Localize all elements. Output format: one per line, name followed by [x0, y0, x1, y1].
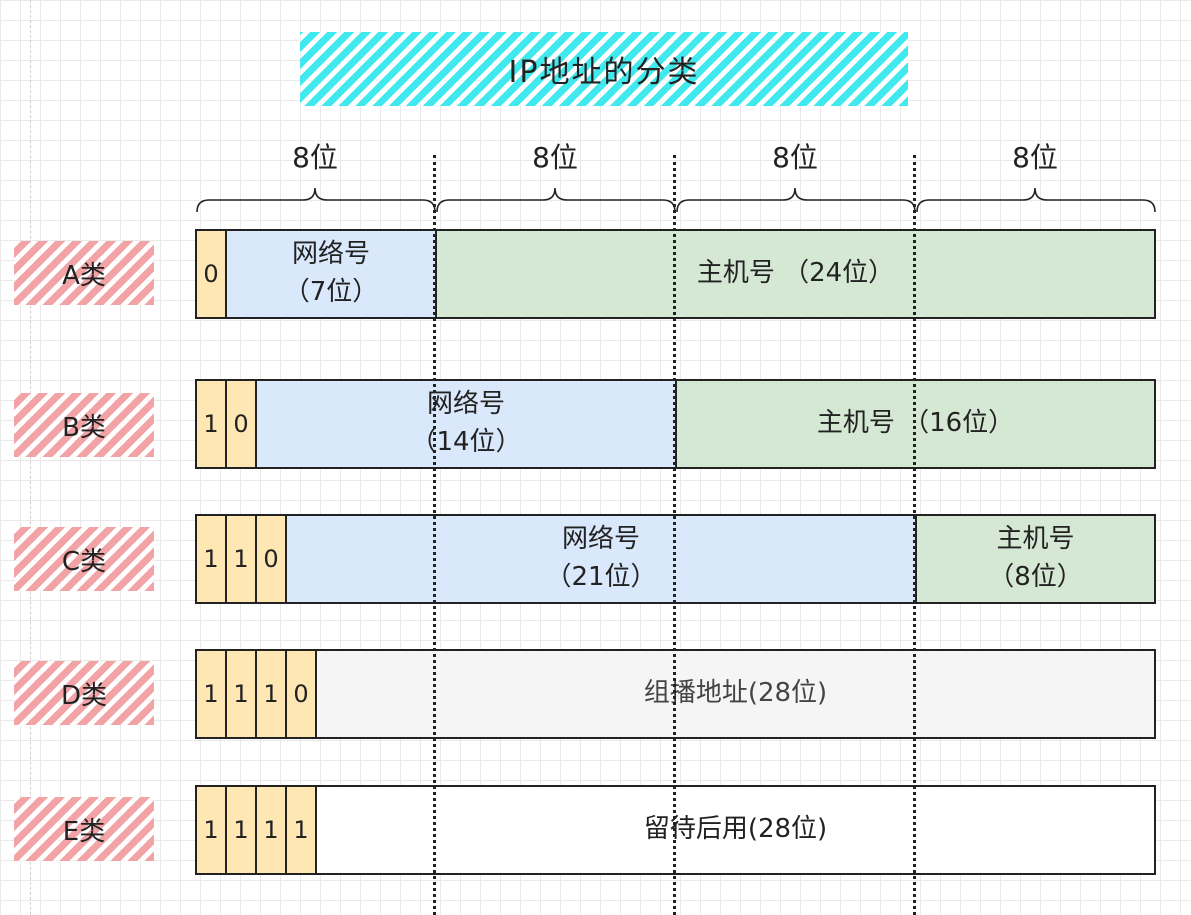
- class-e-bit-3: 1: [257, 787, 287, 873]
- class-a-network-bits: （7位）: [283, 277, 379, 307]
- class-a-bit-1: 0: [197, 231, 227, 317]
- brace-octet-1: [196, 187, 436, 213]
- octet-divider-1: [433, 155, 436, 915]
- class-b-bit-1: 1: [197, 381, 227, 467]
- class-c-host-name: 主机号: [996, 524, 1075, 555]
- class-b-label-text: B类: [62, 412, 106, 443]
- class-a-host-bits: （24位）: [783, 258, 895, 289]
- class-d-multicast-field: 组播地址(28位): [317, 651, 1154, 737]
- class-a-label-text: A类: [62, 260, 106, 291]
- class-b-network-bits: （14位）: [410, 427, 522, 457]
- brace-octet-2: [436, 187, 676, 213]
- class-e-label: E类: [14, 797, 154, 861]
- octet-braces: [196, 187, 1156, 213]
- class-c-network-field: 网络号 （21位）: [287, 516, 917, 602]
- class-a-host-text: 主机号 （24位）: [697, 255, 894, 293]
- class-c-label: C类: [14, 527, 154, 591]
- class-c-bit-1: 1: [197, 516, 227, 602]
- class-d-bit-3: 1: [257, 651, 287, 737]
- class-c-bit-2: 1: [227, 516, 257, 602]
- class-c-label-text: C类: [61, 546, 107, 577]
- class-d-multicast-text: 组播地址(28位): [643, 678, 828, 709]
- brace-octet-4: [916, 187, 1156, 213]
- class-a-host-field: 主机号 （24位）: [437, 231, 1154, 317]
- class-b-bit-2: 0: [227, 381, 257, 467]
- class-c-bit-3: 0: [257, 516, 287, 602]
- class-b-network-field: 网络号 （14位）: [257, 381, 677, 467]
- class-a-network-name: 网络号: [291, 239, 370, 270]
- class-a-network-field: 网络号 （7位）: [227, 231, 437, 317]
- class-a-label: A类: [14, 241, 154, 305]
- class-e-bit-4: 1: [287, 787, 317, 873]
- class-c-host-bits: （8位）: [988, 562, 1083, 592]
- class-b-network-name: 网络号: [426, 389, 505, 420]
- class-c-host-field: 主机号 （8位）: [917, 516, 1154, 602]
- class-e-label-text: E类: [62, 816, 106, 847]
- class-e-reserved-text: 留待后用(28位): [643, 814, 828, 845]
- class-d-label: D类: [14, 661, 154, 725]
- class-b-host-bits: （16位）: [903, 408, 1015, 439]
- class-a-host-name: 主机号: [696, 258, 775, 289]
- class-e-reserved-field: 留待后用(28位): [317, 787, 1154, 873]
- class-d-bit-4: 0: [287, 651, 317, 737]
- class-d-bit-2: 1: [227, 651, 257, 737]
- class-b-label: B类: [14, 393, 154, 457]
- class-e-bit-2: 1: [227, 787, 257, 873]
- class-b-host-name: 主机号: [816, 408, 895, 439]
- class-d-label-text: D类: [60, 680, 108, 711]
- class-e-bit-1: 1: [197, 787, 227, 873]
- octet-divider-3: [913, 155, 916, 915]
- octet-divider-2: [673, 155, 676, 915]
- brace-octet-3: [676, 187, 916, 213]
- class-c-network-name: 网络号: [561, 524, 640, 555]
- class-c-network-bits: （21位）: [545, 562, 657, 592]
- class-d-bit-1: 1: [197, 651, 227, 737]
